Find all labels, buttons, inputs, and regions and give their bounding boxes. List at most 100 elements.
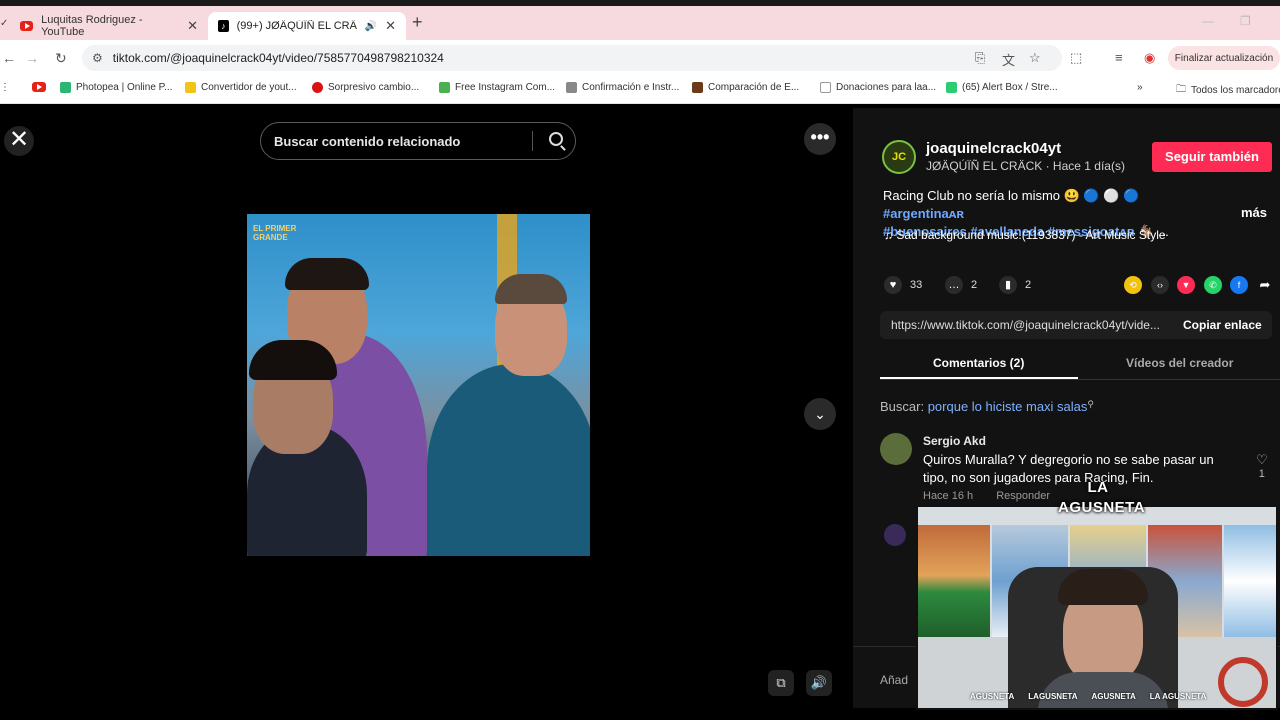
- close-icon[interactable]: ✕: [187, 18, 198, 34]
- whatsapp-icon[interactable]: ✆: [1204, 276, 1222, 294]
- next-video-button[interactable]: ⌄: [804, 398, 836, 430]
- all-bookmarks-label: Todos los marcadores: [1191, 85, 1280, 96]
- all-bookmarks[interactable]: 🗀 Todos los marcadores: [1176, 82, 1280, 99]
- related-search-field[interactable]: Buscar contenido relacionado: [260, 122, 576, 160]
- tab-title: Luquitas Rodriguez - YouTube: [41, 14, 143, 38]
- bookmark-label: Sorpresivo cambio...: [328, 82, 420, 93]
- copy-link-button[interactable]: Copiar enlace: [1183, 318, 1262, 332]
- site-settings-icon[interactable]: ⚙: [92, 51, 103, 65]
- second-commenter-avatar[interactable]: [884, 524, 906, 546]
- comment-like[interactable]: ♡ 1: [1256, 452, 1268, 480]
- profile-icon[interactable]: ◉: [1144, 50, 1155, 66]
- repost-icon[interactable]: ⟲: [1124, 276, 1142, 294]
- volume-button[interactable]: 🔊: [806, 670, 832, 696]
- more-button[interactable]: más: [1241, 205, 1267, 220]
- description-text: Racing Club no sería lo mismo 😃 🔵 ⚪ 🔵: [883, 188, 1140, 203]
- reload-button[interactable]: ↻: [55, 50, 67, 67]
- folder-icon: 🗀: [1176, 84, 1186, 95]
- search-placeholder: Buscar contenido relacionado: [274, 133, 461, 149]
- tab-scroll-icon[interactable]: ✓: [0, 18, 8, 29]
- media-icon[interactable]: ≡: [1115, 50, 1123, 65]
- speaker-icon[interactable]: 🔊: [365, 21, 377, 32]
- share-more-icon[interactable]: ➦: [1256, 276, 1274, 294]
- maximize-button[interactable]: ❐: [1240, 14, 1251, 28]
- tab-tiktok[interactable]: ♪ (99+) JØÄQÚÏÑ EL CRÄCK (@ 🔊 ✕: [208, 12, 406, 40]
- embed-icon[interactable]: ‹›: [1151, 276, 1169, 294]
- extensions-icon[interactable]: ⬚: [1070, 50, 1082, 66]
- facebook-icon[interactable]: f: [1230, 276, 1248, 294]
- pip-button[interactable]: ⧉: [768, 670, 794, 696]
- apps-icon[interactable]: ⋮: [0, 82, 10, 93]
- comment-button[interactable]: … 2: [945, 276, 977, 294]
- search-icon: ⚲: [1087, 399, 1094, 409]
- kick-handle: AGUSNETA: [1091, 692, 1136, 701]
- bookmark-icon: ▮: [999, 276, 1017, 294]
- tab-title: (99+) JØÄQÚÏÑ EL CRÄCK (@: [236, 20, 357, 32]
- translate-icon[interactable]: 文: [1002, 50, 1015, 69]
- close-video-button[interactable]: ✕: [4, 126, 34, 156]
- youtube-icon: [20, 21, 34, 31]
- comment-search-suggestion[interactable]: Buscar: porque lo hiciste maxi salas⚲: [880, 399, 1094, 414]
- comment-author[interactable]: Sergio Akd: [923, 434, 986, 448]
- install-icon[interactable]: ⎘: [975, 50, 985, 66]
- photopea-icon: [60, 82, 71, 93]
- creator-avatar[interactable]: JC: [882, 140, 916, 174]
- update-button[interactable]: Finalizar actualización: [1168, 46, 1280, 70]
- music-link[interactable]: ♫ Sad background music.(1193837) - Art M…: [884, 228, 1166, 242]
- converter-icon: [185, 82, 196, 93]
- add-comment-input[interactable]: Añad: [880, 665, 920, 695]
- send-icon[interactable]: ▼: [1177, 276, 1195, 294]
- url-field[interactable]: ⚙ tiktok.com/@joaquinelcrack04yt/video/7…: [82, 45, 1062, 71]
- webcam-overlay: [916, 505, 1278, 710]
- tab-bar: ✓ Luquitas Rodriguez - YouTube ✕ ♪ (99+)…: [0, 6, 1280, 40]
- bookmark-label: Comparación de E...: [708, 82, 800, 93]
- comparison-icon: [692, 82, 703, 93]
- comment-count: 2: [971, 279, 978, 291]
- bookmark-item[interactable]: Confirmación e Instr...: [566, 82, 679, 93]
- tab-comments[interactable]: Comentarios (2): [933, 356, 1024, 370]
- search-query[interactable]: porque lo hiciste maxi salas: [928, 399, 1088, 414]
- save-button[interactable]: ▮ 2: [999, 276, 1031, 294]
- close-icon[interactable]: ✕: [385, 18, 396, 34]
- active-tab-indicator: [880, 377, 1078, 379]
- bookmark-label: (65) Alert Box / Stre...: [962, 82, 1058, 93]
- share-link[interactable]: https://www.tiktok.com/@joaquinelcrack04…: [891, 318, 1160, 332]
- instagram-tool-icon: [439, 82, 450, 93]
- search-icon[interactable]: [549, 132, 563, 146]
- search-prefix: Buscar:: [880, 399, 925, 414]
- back-button[interactable]: ←: [2, 50, 16, 66]
- instagram-handle: AGUSNETA: [970, 692, 1015, 701]
- comment-meta: Hace 16 h Responder: [923, 490, 1050, 502]
- bookmarks-overflow-icon[interactable]: »: [1137, 82, 1143, 93]
- minimize-button[interactable]: —: [1202, 14, 1214, 28]
- forward-button[interactable]: →: [25, 50, 39, 66]
- bookmark-item[interactable]: Comparación de E...: [692, 82, 799, 93]
- youtube-icon: [32, 82, 46, 92]
- bookmark-item[interactable]: Photopea | Online P...: [60, 82, 172, 93]
- like-button[interactable]: ♥ 33: [884, 276, 922, 294]
- bookmark-item[interactable]: Sorpresivo cambio...: [312, 82, 419, 93]
- bookmark-item[interactable]: Donaciones para laa...: [820, 82, 936, 93]
- reply-button[interactable]: Responder: [996, 490, 1050, 502]
- heart-outline-icon: ♡: [1256, 452, 1268, 467]
- heart-icon: ♥: [884, 276, 902, 294]
- comment-time: Hace 16 h: [923, 490, 974, 502]
- hashtag-link[interactable]: #argentinaᴀʀ: [883, 206, 964, 221]
- tab-creator-videos[interactable]: Vídeos del creador: [1126, 356, 1233, 370]
- comment-icon: …: [945, 276, 963, 294]
- search-divider: [532, 131, 533, 151]
- bookmark-item[interactable]: Convertidor de yout...: [185, 82, 297, 93]
- star-icon[interactable]: ☆: [1029, 50, 1041, 66]
- tab-youtube[interactable]: Luquitas Rodriguez - YouTube ✕: [10, 12, 208, 40]
- bookmark-youtube[interactable]: [32, 82, 46, 92]
- bookmark-item[interactable]: Free Instagram Com...: [439, 82, 555, 93]
- bookmark-item[interactable]: (65) Alert Box / Stre...: [946, 82, 1058, 93]
- bookmark-label: Free Instagram Com...: [455, 82, 556, 93]
- follow-button[interactable]: Seguir también: [1152, 142, 1272, 172]
- tiktok-icon: ♪: [218, 20, 229, 32]
- new-tab-button[interactable]: +: [412, 12, 423, 33]
- commenter-avatar[interactable]: [880, 433, 912, 465]
- more-options-button[interactable]: •••: [804, 123, 836, 155]
- tabs-divider: [880, 379, 1280, 380]
- creator-username[interactable]: joaquinelcrack04yt: [926, 140, 1061, 157]
